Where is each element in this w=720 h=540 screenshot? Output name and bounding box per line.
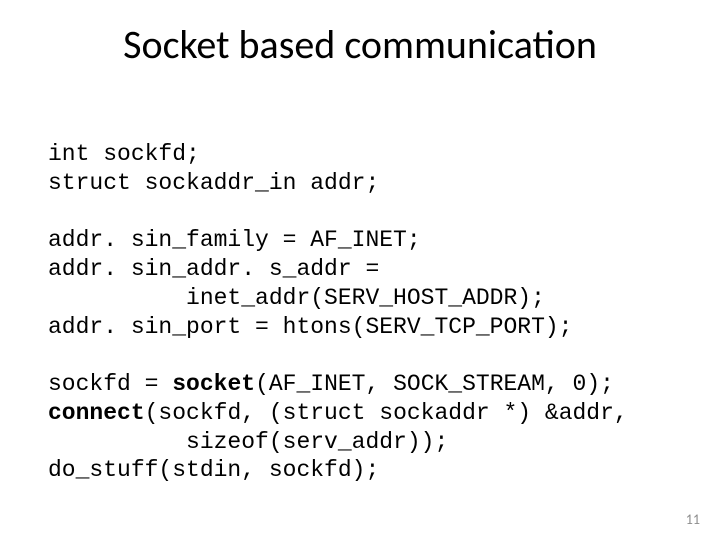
code-line: sizeof(serv_addr)); xyxy=(48,429,448,455)
code-line: do_stuff(stdin, sockfd); xyxy=(48,457,379,483)
code-line: inet_addr(SERV_HOST_ADDR); xyxy=(48,285,545,311)
code-line: addr. sin_addr. s_addr = xyxy=(48,256,379,282)
code-bold: socket xyxy=(172,371,255,397)
code-line: addr. sin_family = AF_INET; xyxy=(48,227,421,253)
slide-title: Socket based communication xyxy=(0,20,720,69)
code-text: sockfd = xyxy=(48,371,172,397)
code-text: (sockfd, (struct sockaddr *) &addr, xyxy=(145,400,628,426)
code-line: int sockfd; xyxy=(48,141,200,167)
code-line: sockfd = socket(AF_INET, SOCK_STREAM, 0)… xyxy=(48,371,614,397)
code-block: int sockfd; struct sockaddr_in addr; add… xyxy=(48,140,672,485)
page-number: 11 xyxy=(686,511,700,528)
code-line: connect(sockfd, (struct sockaddr *) &add… xyxy=(48,400,628,426)
code-bold: connect xyxy=(48,400,145,426)
code-line: struct sockaddr_in addr; xyxy=(48,170,379,196)
slide: Socket based communication int sockfd; s… xyxy=(0,0,720,540)
code-text: (AF_INET, SOCK_STREAM, 0); xyxy=(255,371,614,397)
code-line: addr. sin_port = htons(SERV_TCP_PORT); xyxy=(48,314,573,340)
